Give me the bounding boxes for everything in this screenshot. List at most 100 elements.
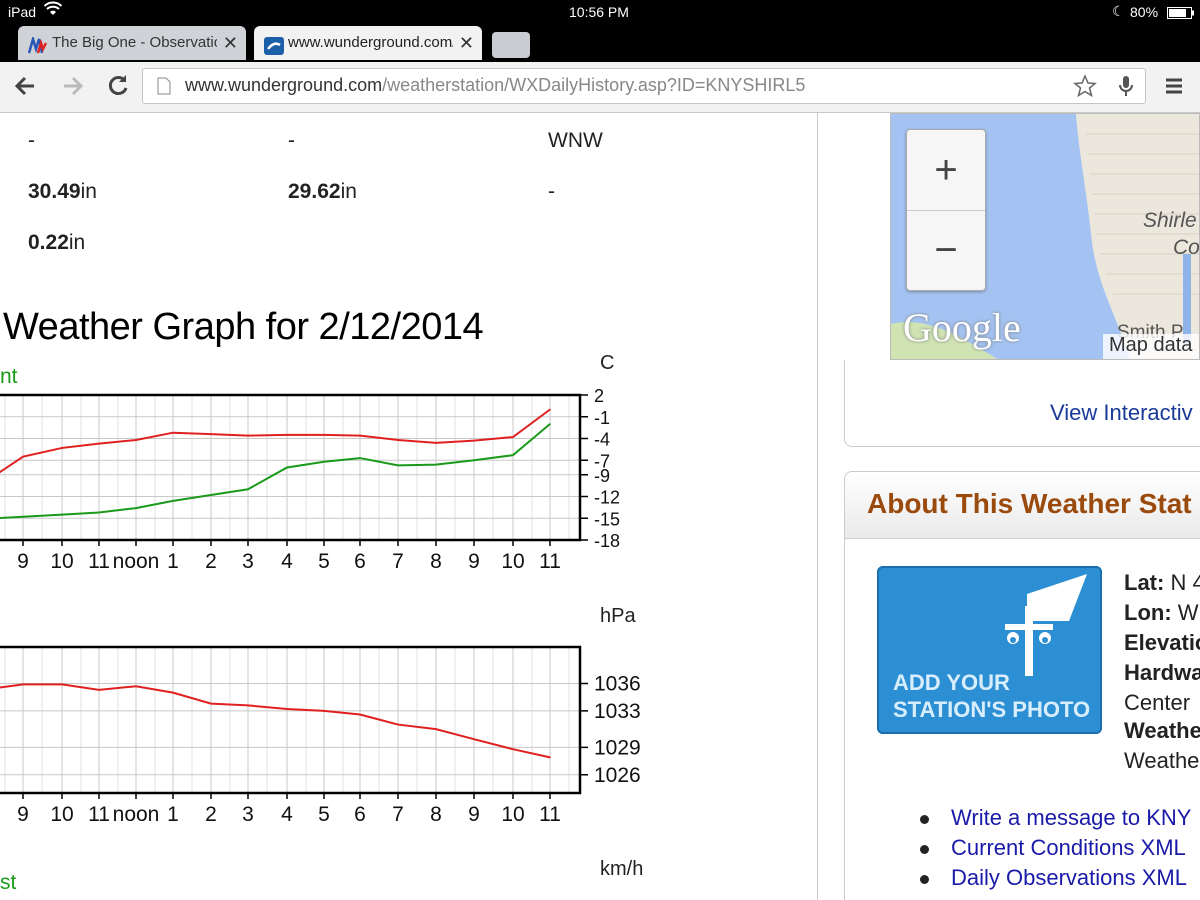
x-tick-label: 8 [430, 550, 442, 573]
x-tick-label: 10 [50, 803, 73, 826]
new-tab-button[interactable] [492, 32, 530, 58]
write-message-link[interactable]: Write a message to KNY [951, 805, 1191, 830]
y-tick-label: -15 [594, 509, 620, 529]
station-map[interactable]: + − Google Shirle Co Smith P Map data [890, 113, 1200, 360]
tab-wunderground[interactable]: www.wunderground.com/ ✕ [254, 26, 482, 60]
station-elevation: Elevatio [1124, 630, 1200, 655]
view-interactive-map-link[interactable]: View Interactiv [1050, 400, 1193, 426]
microphone-icon[interactable] [1118, 74, 1134, 103]
page-content: - - WNW 30.49in 29.62in - 0.22in Weather… [0, 113, 1200, 900]
station-hardware: Hardwa [1124, 660, 1200, 685]
data-point [22, 683, 24, 686]
pressure-unit: hPa [600, 605, 636, 627]
data-point [323, 710, 325, 712]
data-point [397, 439, 399, 441]
close-icon[interactable]: ✕ [223, 26, 238, 60]
photo-button-line2: STATION'S PHOTO [893, 697, 1091, 722]
data-point [172, 691, 174, 694]
battery-icon [1167, 6, 1195, 22]
wind-unit: km/h [600, 858, 643, 880]
data-point [473, 459, 475, 462]
station-links: Write a message to KNY Current Condition… [920, 805, 1191, 895]
x-tick-label: 7 [392, 550, 404, 573]
ios-status-bar: iPad 10:56 PM ☾ 80% [0, 0, 1200, 24]
data-point [247, 488, 249, 491]
tab-observations[interactable]: The Big One - Observation ✕ [18, 26, 246, 60]
add-station-photo-button[interactable]: ADD YOUR STATION'S PHOTO [877, 566, 1102, 734]
zoom-in-button[interactable]: + [907, 130, 985, 211]
x-tick-label: 2 [205, 550, 217, 573]
wunderground-favicon [264, 34, 284, 55]
weather-site-favicon [27, 34, 48, 54]
x-tick-label: 10 [50, 550, 73, 573]
x-tick-label: 5 [318, 803, 330, 826]
zoom-out-button[interactable]: − [907, 210, 985, 290]
address-bar[interactable]: www.wunderground.com/weatherstation/WXDa… [142, 68, 1146, 104]
current-conditions-xml-link[interactable]: Current Conditions XML [951, 835, 1186, 860]
data-point [473, 439, 475, 442]
data-point [286, 434, 288, 436]
reload-icon[interactable] [104, 72, 132, 100]
map-attribution[interactable]: Map data [1103, 334, 1199, 359]
x-tick-label: 9 [468, 550, 480, 573]
tab-title: www.wunderground.com/ [288, 34, 453, 51]
data-point [98, 511, 100, 514]
y-tick-label: -1 [594, 408, 610, 428]
weather-graphs: nt C hPa st km/h 2-1-4-7-9-12-15-189 10 11… [0, 352, 643, 894]
station-latitude: Lat: N 4 [1124, 570, 1200, 595]
bullet-icon [920, 814, 929, 824]
data-point [135, 507, 137, 509]
wifi-icon [43, 1, 63, 20]
photo-button-line1: ADD YOUR [893, 670, 1010, 695]
data-point [512, 454, 514, 456]
data-point [247, 434, 249, 437]
station-longitude: Lon: W [1124, 600, 1199, 625]
data-point [359, 713, 361, 716]
data-point [135, 685, 137, 688]
daily-observations-xml-link[interactable]: Daily Observations XML [951, 865, 1187, 890]
page-icon [157, 77, 171, 100]
browser-toolbar: www.wunderground.com/weatherstation/WXDa… [0, 62, 1200, 113]
data-point [22, 455, 24, 458]
x-tick-label: 11 [539, 803, 561, 826]
x-tick-label: 11 [88, 803, 110, 826]
temperature-unit: C [600, 352, 614, 374]
x-tick-label: 4 [281, 550, 293, 573]
star-icon[interactable] [1073, 74, 1097, 103]
y-tick-label: 2 [594, 386, 604, 406]
moon-icon: ☾ [1112, 3, 1125, 19]
data-point [359, 457, 361, 459]
data-point [172, 431, 174, 434]
menu-icon[interactable] [1160, 72, 1188, 100]
data-point [549, 423, 551, 425]
data-point [549, 408, 551, 411]
data-point [549, 756, 551, 759]
y-tick-label: 1026 [594, 764, 641, 787]
data-point [22, 516, 24, 518]
temperature-legend: nt [0, 365, 18, 388]
bullet-icon [920, 874, 929, 884]
x-tick-label: 9 [468, 803, 480, 826]
data-point [172, 500, 174, 502]
data-point [210, 702, 212, 705]
data-point [98, 442, 100, 445]
data-point [512, 748, 514, 750]
google-logo: Google [903, 305, 1021, 350]
y-tick-label: 1033 [594, 700, 641, 723]
data-point [512, 436, 514, 438]
y-tick-label: -12 [594, 488, 620, 508]
back-icon[interactable] [12, 72, 40, 100]
x-tick-label: 4 [281, 803, 293, 826]
temperature-chart: 2-1-4-7-9-12-15-189 10 11 noon 1 2 3 4 5 6 7 8 9 10 11 [0, 386, 620, 573]
forward-icon[interactable] [58, 72, 86, 100]
map-panel: View Interactiv [844, 360, 1200, 447]
y-tick-label: -9 [594, 466, 610, 486]
x-tick-label: 9 [17, 550, 29, 573]
data-point [286, 466, 288, 469]
close-icon[interactable]: ✕ [459, 26, 474, 60]
weather-vane-icon [1005, 574, 1087, 676]
data-point [397, 464, 399, 467]
x-tick-label: 10 [501, 803, 524, 826]
data-point [98, 689, 100, 691]
list-item: Current Conditions XML [920, 835, 1191, 865]
